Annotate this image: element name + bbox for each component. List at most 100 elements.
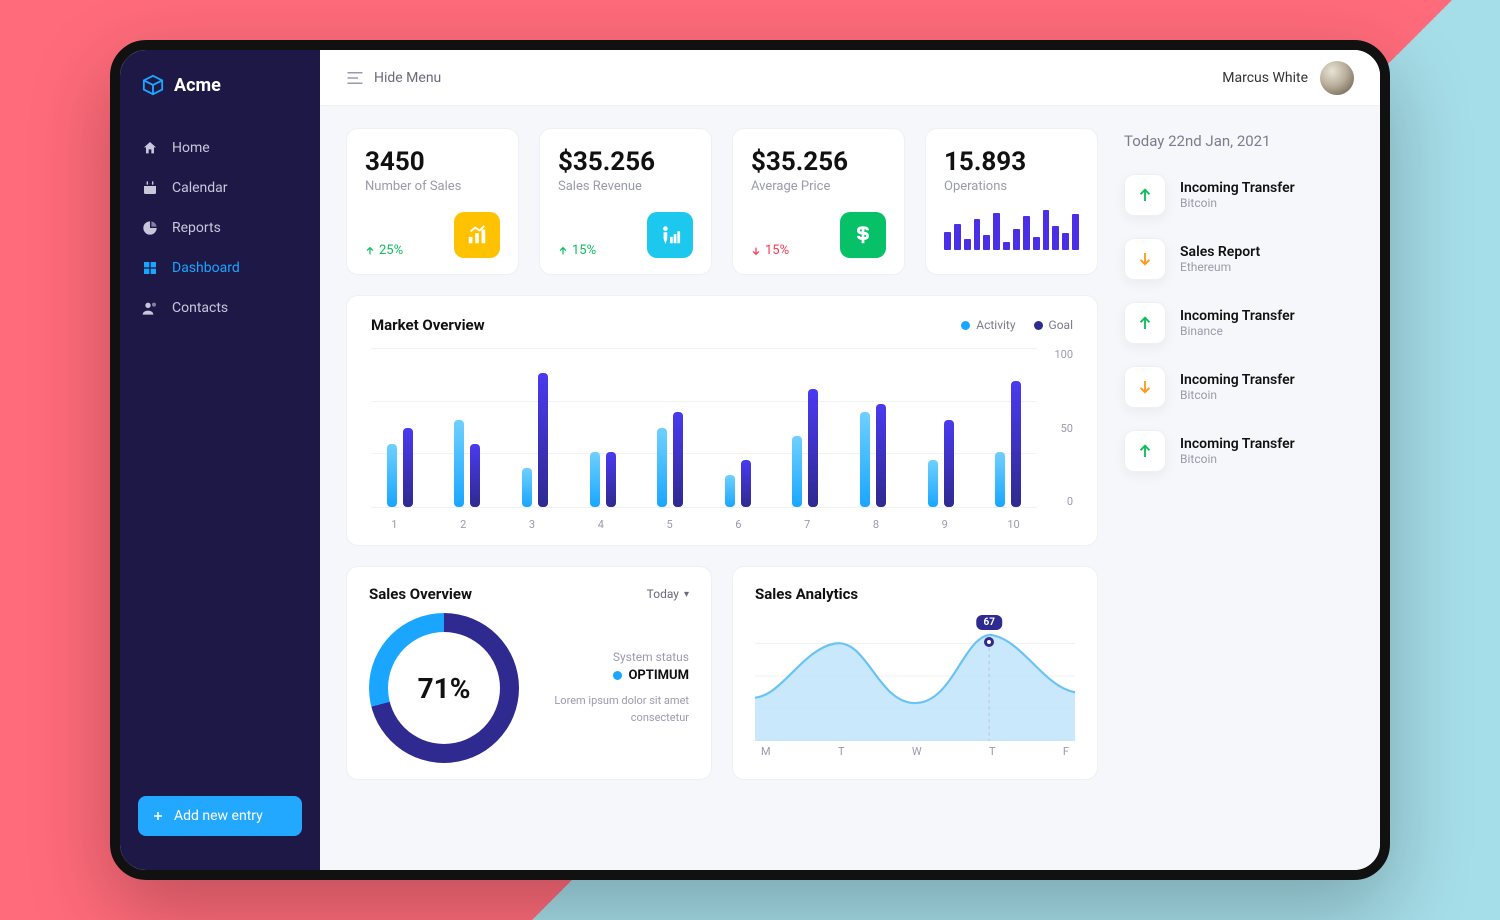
activity-icon: [1124, 174, 1166, 216]
activity-item[interactable]: Sales ReportEthereum: [1124, 238, 1354, 280]
app-frame: Acme Home Calendar Reports Dashboard Con…: [110, 40, 1390, 880]
status-text: Lorem ipsum dolor sit amet consectetur: [539, 693, 689, 726]
activity-subtitle: Bitcoin: [1180, 388, 1295, 402]
nav-dashboard[interactable]: Dashboard: [120, 248, 320, 288]
hide-menu-label: Hide Menu: [374, 70, 441, 86]
stat-trend: 15%: [558, 243, 596, 258]
nav-reports[interactable]: Reports: [120, 208, 320, 248]
legend-activity: Activity: [961, 318, 1015, 332]
brand-name: Acme: [174, 75, 221, 96]
bar-group: [647, 349, 693, 507]
activity-icon: [1124, 238, 1166, 280]
bar-group: [918, 349, 964, 507]
activity-item[interactable]: Incoming TransferBinance: [1124, 302, 1354, 344]
nav-calendar[interactable]: Calendar: [120, 168, 320, 208]
activity-subtitle: Ethereum: [1180, 260, 1260, 274]
main: Hide Menu Marcus White 3450 Number of Sa…: [320, 50, 1380, 870]
arrow-up-icon: [365, 246, 375, 256]
activity-icon: [1124, 366, 1166, 408]
bar-group: [850, 349, 896, 507]
stat-value: $35.256: [751, 147, 886, 177]
activity-icon: [1124, 430, 1166, 472]
bar-group: [445, 349, 491, 507]
chart-legend: Activity Goal: [961, 318, 1073, 332]
arrow-up-icon: [1136, 442, 1154, 460]
activity-title: Incoming Transfer: [1180, 436, 1295, 452]
legend-goal: Goal: [1034, 318, 1073, 332]
sales-analytics-panel: Sales Analytics 67: [732, 566, 1098, 780]
activity-title: Incoming Transfer: [1180, 308, 1295, 324]
status-label: System status: [613, 650, 689, 664]
stat-value: 3450: [365, 147, 500, 177]
arrow-down-icon: [1136, 250, 1154, 268]
stat-trend: 25%: [365, 243, 403, 258]
activity-title: Incoming Transfer: [1180, 372, 1295, 388]
home-icon: [142, 140, 158, 156]
stat-card-operations: 15.893 Operations: [925, 128, 1098, 275]
arrow-up-icon: [1136, 314, 1154, 332]
arrow-down-icon: [751, 246, 761, 256]
menu-icon: [346, 71, 364, 85]
dashboard-icon: [142, 260, 158, 276]
nav-label: Contacts: [172, 300, 228, 316]
stat-card-sales-revenue: $35.256 Sales Revenue 15%: [539, 128, 712, 275]
hide-menu-button[interactable]: Hide Menu: [346, 70, 441, 86]
add-entry-button[interactable]: Add new entry: [138, 796, 302, 836]
user-menu[interactable]: Marcus White: [1222, 61, 1354, 95]
bar-group: [377, 349, 423, 507]
sales-overview-panel: Sales Overview Today ▾ 71% System s: [346, 566, 712, 780]
activity-item[interactable]: Incoming TransferBitcoin: [1124, 430, 1354, 472]
activity-subtitle: Bitcoin: [1180, 452, 1295, 466]
add-entry-label: Add new entry: [174, 808, 263, 824]
arrow-down-icon: [1136, 378, 1154, 396]
stat-label: Number of Sales: [365, 179, 500, 194]
y-axis: 100 50 0: [1037, 348, 1073, 508]
activity-subtitle: Binance: [1180, 324, 1295, 338]
donut-value: 71%: [388, 632, 500, 744]
nav-contacts[interactable]: Contacts: [120, 288, 320, 328]
left-column: 3450 Number of Sales 25%: [346, 128, 1098, 848]
period-dropdown[interactable]: Today ▾: [647, 587, 689, 601]
donut-chart: 71%: [369, 613, 519, 763]
status-value: OPTIMUM: [628, 668, 689, 683]
arrow-up-icon: [558, 246, 568, 256]
activity-title: Incoming Transfer: [1180, 180, 1295, 196]
stat-value: $35.256: [558, 147, 693, 177]
market-overview-panel: Market Overview Activity Goal 100 50 0: [346, 295, 1098, 546]
nav-label: Calendar: [172, 180, 228, 196]
analytics-chart: 67 M: [755, 611, 1075, 771]
brand-logo-icon: [142, 74, 164, 96]
lower-row: Sales Overview Today ▾ 71% System s: [346, 566, 1098, 780]
nav-label: Home: [172, 140, 210, 156]
market-chart: [371, 348, 1037, 508]
sidebar: Acme Home Calendar Reports Dashboard Con…: [120, 50, 320, 870]
stat-label: Average Price: [751, 179, 886, 194]
stat-cards-row: 3450 Number of Sales 25%: [346, 128, 1098, 275]
presenter-icon: [647, 212, 693, 258]
panel-title: Sales Analytics: [755, 585, 1075, 603]
activity-list: Incoming TransferBitcoinSales ReportEthe…: [1124, 174, 1354, 472]
status-info: System status OPTIMUM Lorem ipsum dolor …: [539, 650, 689, 726]
panel-title: Sales Overview: [369, 585, 472, 603]
data-point-marker: [984, 637, 994, 647]
bar-group: [512, 349, 558, 507]
nav-label: Reports: [172, 220, 221, 236]
right-column: Today 22nd Jan, 2021 Incoming TransferBi…: [1124, 128, 1354, 848]
bar-group: [985, 349, 1031, 507]
nav-home[interactable]: Home: [120, 128, 320, 168]
x-axis: 12345678910: [371, 518, 1073, 531]
contacts-icon: [142, 300, 158, 316]
stat-trend: 15%: [751, 243, 789, 258]
data-point-badge: 67: [976, 615, 1001, 630]
user-name: Marcus White: [1222, 70, 1308, 86]
stat-card-sales-count: 3450 Number of Sales 25%: [346, 128, 519, 275]
stat-card-avg-price: $35.256 Average Price 15%: [732, 128, 905, 275]
activity-item[interactable]: Incoming TransferBitcoin: [1124, 366, 1354, 408]
calendar-icon: [142, 180, 158, 196]
dollar-icon: [840, 212, 886, 258]
activity-item[interactable]: Incoming TransferBitcoin: [1124, 174, 1354, 216]
arrow-up-icon: [1136, 186, 1154, 204]
activity-title: Sales Report: [1180, 244, 1260, 260]
content: 3450 Number of Sales 25%: [320, 106, 1380, 870]
date-label: Today 22nd Jan, 2021: [1124, 132, 1354, 150]
